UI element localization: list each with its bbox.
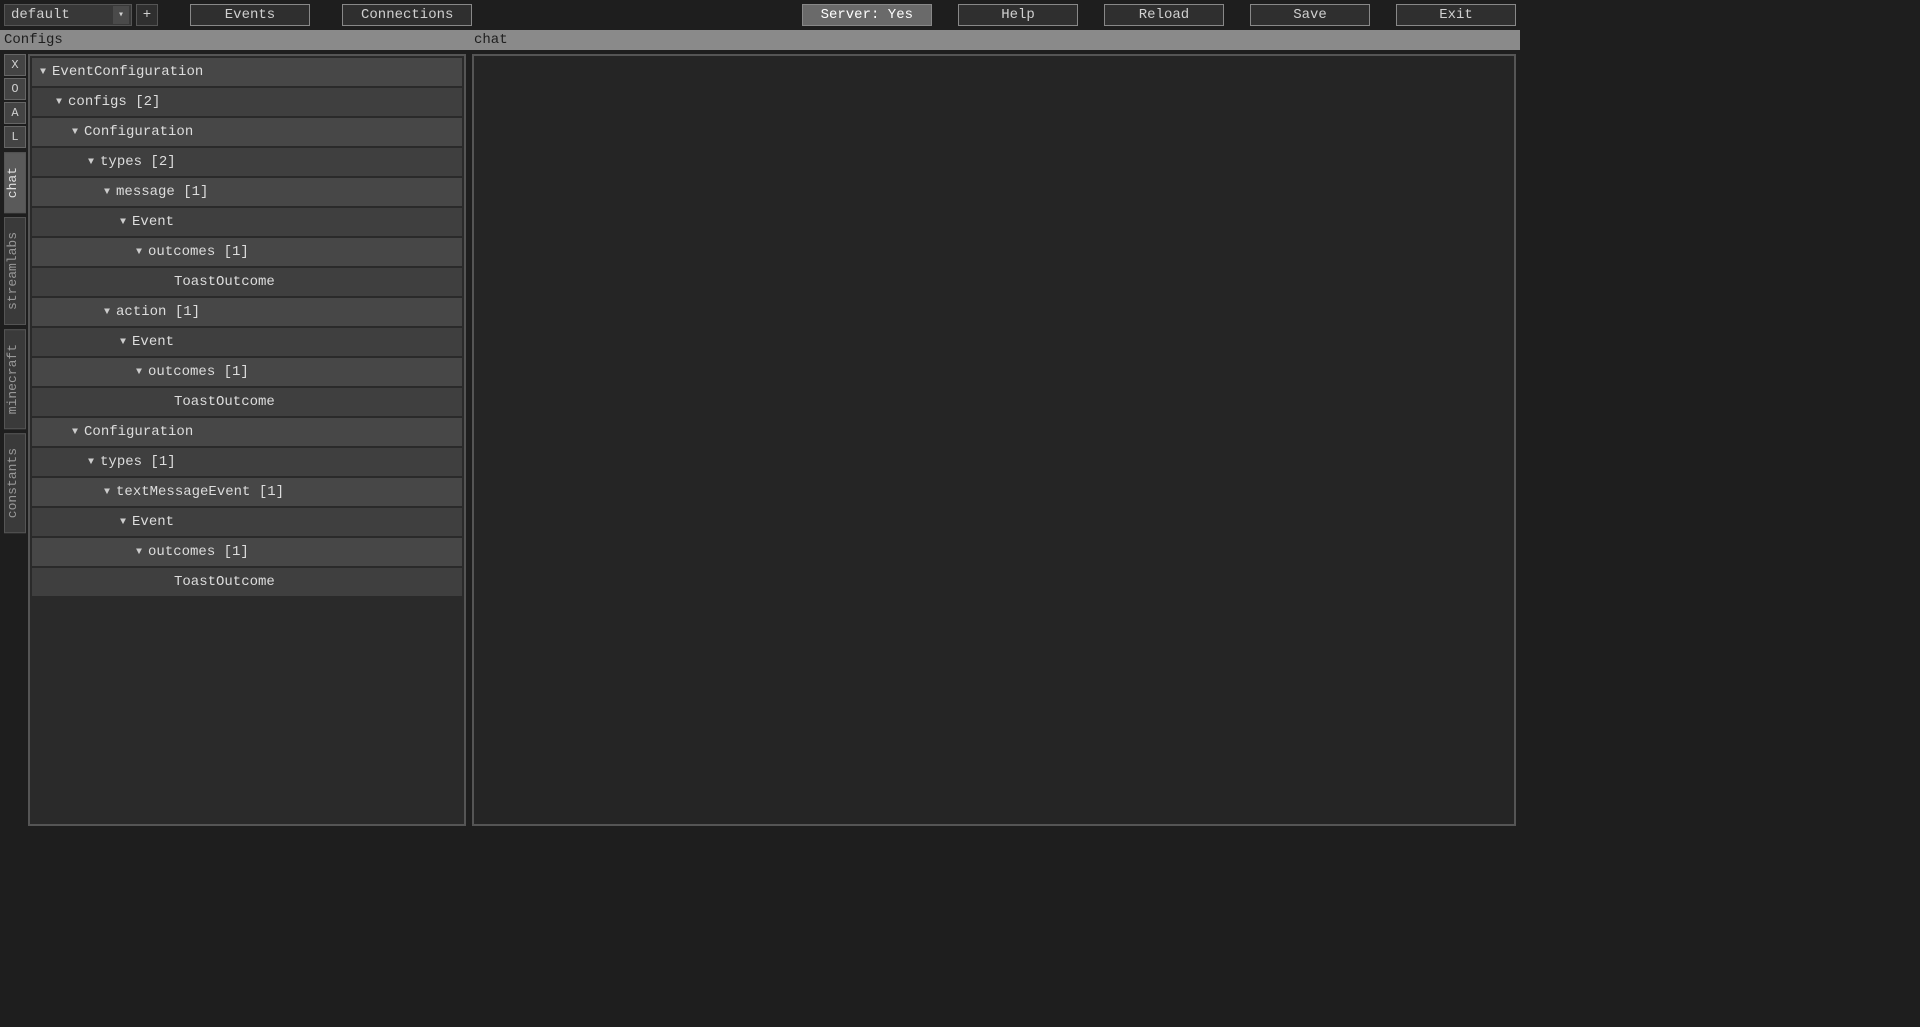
tree-node-label: Event <box>132 334 174 350</box>
top-toolbar: default ▾ + Events Connections Server: Y… <box>0 0 1520 30</box>
tree-node[interactable]: ▼ message [1] <box>32 178 462 206</box>
expand-arrow-icon[interactable]: ▼ <box>72 427 78 438</box>
expand-arrow-icon[interactable]: ▼ <box>104 487 110 498</box>
tree-node[interactable]: ▼ Configuration <box>32 118 462 146</box>
tree-node[interactable]: ToastOutcome <box>32 568 462 596</box>
tree-node[interactable]: ▼ action [1] <box>32 298 462 326</box>
side-strip: XOALchat streamlabs minecraft constants <box>4 54 26 826</box>
expand-arrow-icon[interactable]: ▼ <box>40 67 46 78</box>
side-letter-l[interactable]: L <box>4 126 26 148</box>
side-tab-minecraft[interactable]: minecraft <box>4 329 26 429</box>
panel-header-bar: Configs chat <box>0 30 1520 50</box>
server-toggle-button[interactable]: Server: Yes <box>802 4 932 26</box>
tree-node[interactable]: ▼ Event <box>32 508 462 536</box>
tree-node-label: outcomes [1] <box>148 544 249 560</box>
expand-arrow-icon[interactable]: ▼ <box>72 127 78 138</box>
tree-node[interactable]: ▼ Event <box>32 328 462 356</box>
tree-node[interactable]: ▼ outcomes [1] <box>32 538 462 566</box>
tree-node-label: textMessageEvent [1] <box>116 484 284 500</box>
side-tab-chat[interactable]: chat <box>4 152 26 213</box>
tree-node[interactable]: ToastOutcome <box>32 268 462 296</box>
connections-button[interactable]: Connections <box>342 4 472 26</box>
profile-dropdown[interactable]: default ▾ <box>4 4 132 26</box>
tree-node-label: ToastOutcome <box>174 394 275 410</box>
tree-node-label: Configuration <box>84 424 193 440</box>
reload-button[interactable]: Reload <box>1104 4 1224 26</box>
tree-node-label: outcomes [1] <box>148 364 249 380</box>
tree-node-label: action [1] <box>116 304 200 320</box>
dropdown-arrow-icon: ▾ <box>113 6 129 24</box>
expand-arrow-icon[interactable]: ▼ <box>136 247 142 258</box>
tree-node[interactable]: ▼ EventConfiguration <box>32 58 462 86</box>
tree-node[interactable]: ▼ Configuration <box>32 418 462 446</box>
help-button[interactable]: Help <box>958 4 1078 26</box>
exit-button[interactable]: Exit <box>1396 4 1516 26</box>
side-tab-streamlabs[interactable]: streamlabs <box>4 217 26 325</box>
config-tree[interactable]: ▼EventConfiguration▼configs [2]▼Configur… <box>28 54 466 826</box>
chat-panel-title: chat <box>466 32 1520 48</box>
add-profile-button[interactable]: + <box>136 4 158 26</box>
configs-panel-title: Configs <box>0 32 466 48</box>
tree-node-label: ToastOutcome <box>174 574 275 590</box>
tree-node-label: ToastOutcome <box>174 274 275 290</box>
expand-arrow-icon[interactable]: ▼ <box>56 97 62 108</box>
expand-arrow-icon[interactable]: ▼ <box>120 217 126 228</box>
events-button[interactable]: Events <box>190 4 310 26</box>
tree-node-label: Event <box>132 214 174 230</box>
side-tab-constants[interactable]: constants <box>4 433 26 533</box>
tree-node[interactable]: ▼ types [2] <box>32 148 462 176</box>
tree-node[interactable]: ▼ types [1] <box>32 448 462 476</box>
expand-arrow-icon[interactable]: ▼ <box>120 337 126 348</box>
tree-node[interactable]: ▼ Event <box>32 208 462 236</box>
tree-node-label: configs [2] <box>68 94 160 110</box>
dropdown-value: default <box>11 7 70 23</box>
tree-node-label: types [2] <box>100 154 176 170</box>
expand-arrow-icon[interactable]: ▼ <box>136 367 142 378</box>
chat-panel[interactable] <box>472 54 1516 826</box>
tree-node[interactable]: ▼ outcomes [1] <box>32 358 462 386</box>
tree-node-label: EventConfiguration <box>52 64 203 80</box>
tree-node[interactable]: ▼ textMessageEvent [1] <box>32 478 462 506</box>
expand-arrow-icon[interactable]: ▼ <box>136 547 142 558</box>
save-button[interactable]: Save <box>1250 4 1370 26</box>
tree-node[interactable]: ToastOutcome <box>32 388 462 416</box>
tree-node[interactable]: ▼ outcomes [1] <box>32 238 462 266</box>
tree-node-label: types [1] <box>100 454 176 470</box>
side-letter-o[interactable]: O <box>4 78 26 100</box>
side-letter-a[interactable]: A <box>4 102 26 124</box>
side-letter-x[interactable]: X <box>4 54 26 76</box>
expand-arrow-icon[interactable]: ▼ <box>120 517 126 528</box>
tree-node-label: message [1] <box>116 184 208 200</box>
main-area: XOALchat streamlabs minecraft constants ▼ Ev… <box>0 50 1520 830</box>
expand-arrow-icon[interactable]: ▼ <box>88 157 94 168</box>
left-column: XOALchat streamlabs minecraft constants ▼ Ev… <box>4 54 466 826</box>
tree-node-label: Configuration <box>84 124 193 140</box>
expand-arrow-icon[interactable]: ▼ <box>104 307 110 318</box>
tree-node-label: outcomes [1] <box>148 244 249 260</box>
expand-arrow-icon[interactable]: ▼ <box>104 187 110 198</box>
expand-arrow-icon[interactable]: ▼ <box>88 457 94 468</box>
tree-node-label: Event <box>132 514 174 530</box>
tree-node[interactable]: ▼ configs [2] <box>32 88 462 116</box>
